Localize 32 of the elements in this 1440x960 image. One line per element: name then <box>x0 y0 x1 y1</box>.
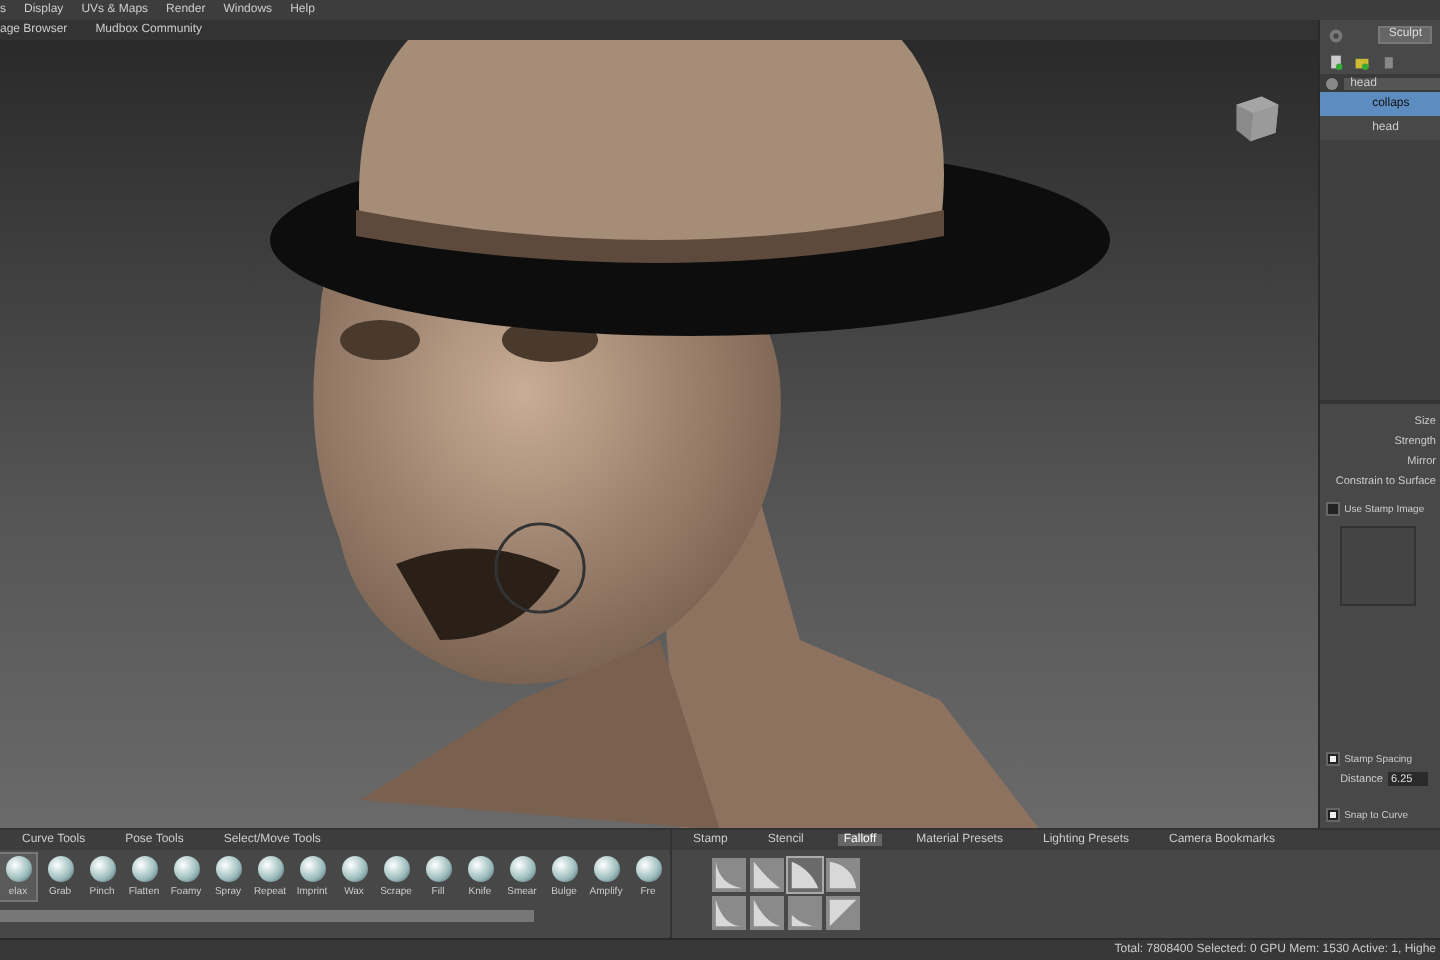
new-layer-icon[interactable] <box>1328 54 1345 70</box>
checkbox[interactable] <box>1326 808 1341 822</box>
falloff-curve-icon[interactable] <box>825 858 860 892</box>
sphere-icon <box>47 856 73 882</box>
sphere-icon <box>467 856 493 882</box>
eye-icon[interactable] <box>1326 77 1339 89</box>
falloff-curve-icon[interactable] <box>749 896 784 930</box>
sphere-icon <box>299 856 325 882</box>
falloff-curve-icon[interactable] <box>787 896 822 930</box>
sphere-icon <box>131 856 157 882</box>
checkbox[interactable] <box>1326 502 1341 516</box>
folder-icon[interactable] <box>1354 54 1371 70</box>
falloff-curve-icon[interactable] <box>711 896 746 930</box>
falloff-curve-icon[interactable] <box>825 896 860 930</box>
sphere-icon <box>635 856 661 882</box>
sphere-icon <box>173 856 199 882</box>
sphere-icon <box>551 856 577 882</box>
falloff-curve-icon[interactable] <box>787 858 822 892</box>
sphere-icon <box>215 856 241 882</box>
sphere-icon <box>425 856 451 882</box>
sphere-icon <box>341 856 367 882</box>
brush-cursor-icon <box>492 520 588 616</box>
sphere-icon <box>5 856 31 882</box>
sphere-icon <box>509 856 535 882</box>
falloff-curve-icon[interactable] <box>749 858 784 892</box>
sphere-icon <box>383 856 409 882</box>
falloff-curve-icon[interactable] <box>711 858 746 892</box>
checkbox[interactable] <box>1326 752 1341 766</box>
sphere-icon <box>89 856 115 882</box>
scrollbar[interactable] <box>0 910 534 922</box>
sphere-icon <box>257 856 283 882</box>
sphere-icon <box>593 856 619 882</box>
